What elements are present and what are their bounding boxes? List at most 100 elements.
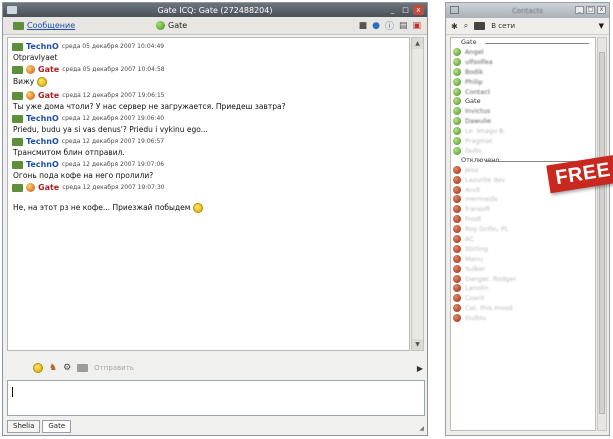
- sender-name: TechnO: [26, 42, 59, 51]
- online-status-icon: [453, 136, 461, 145]
- minimize-button[interactable]: _: [575, 6, 584, 14]
- contact-item[interactable]: mermaids: [451, 194, 595, 204]
- settings-icon[interactable]: ⚙: [63, 363, 71, 373]
- contact-item[interactable]: Stirling: [451, 244, 595, 254]
- contact-item[interactable]: Cat. this mood: [451, 303, 595, 313]
- contact-list-scrollbar[interactable]: [597, 37, 607, 431]
- contact-name: ulfsolfea: [465, 57, 493, 66]
- scroll-up-icon[interactable]: ▲: [412, 38, 423, 49]
- close-button[interactable]: x: [413, 5, 424, 15]
- chat-scrollbar[interactable]: ▲ ▼: [411, 37, 424, 351]
- message-item: Gate среда 12 декабря 2007 19:06:15 Ты у…: [12, 90, 405, 112]
- contact-item[interactable]: Gate: [451, 96, 595, 106]
- smile-icon: [192, 203, 203, 213]
- scroll-thumb[interactable]: [599, 52, 605, 414]
- chat-tabs: Shelia Gate: [7, 420, 72, 433]
- close-button[interactable]: x: [597, 6, 606, 14]
- contact-item[interactable]: Bodik: [451, 67, 595, 77]
- message-input[interactable]: [7, 380, 425, 416]
- contact-list[interactable]: Gate Angel ulfsolfea Bodik Philip Contact Gat…: [450, 37, 596, 431]
- tab-gate[interactable]: Gate: [42, 420, 72, 433]
- scroll-down-icon[interactable]: ▼: [412, 339, 423, 350]
- contact-item[interactable]: Invictus: [451, 106, 595, 116]
- contact-item[interactable]: AC: [451, 234, 595, 244]
- contact-name: Frodt: [465, 215, 482, 224]
- contact-name: Le. Imago B.: [465, 127, 506, 136]
- contact-item[interactable]: Coarit: [451, 293, 595, 303]
- contact-item[interactable]: Frodt: [451, 214, 595, 224]
- app-icon: [7, 6, 17, 14]
- resize-grip-icon[interactable]: ◢: [419, 425, 424, 432]
- menu-icon[interactable]: ✱: [451, 22, 458, 31]
- message-history[interactable]: TechnO среда 05 декабря 2007 10:04:49 Ot…: [7, 37, 410, 351]
- contact-list-titlebar[interactable]: Contacts _ □ x: [446, 3, 609, 18]
- tab-shelia[interactable]: Shelia: [7, 420, 41, 433]
- contact-name: Manu: [465, 254, 483, 263]
- online-status-icon: [453, 47, 461, 56]
- search-icon[interactable]: ⌕: [464, 21, 468, 31]
- message-text: Не, на этот рз не кофе... Приезжай побыд…: [12, 201, 405, 215]
- online-status-icon: [453, 57, 461, 66]
- contact-item[interactable]: Roy Grifin, PL: [451, 224, 595, 234]
- sender-status-icon: [26, 183, 35, 192]
- contact-name: Stirling: [465, 244, 489, 253]
- contact-item[interactable]: Pragmat: [451, 136, 595, 146]
- message-menu-button[interactable]: Сообщение: [9, 20, 144, 31]
- offline-status-icon: [453, 304, 461, 313]
- contact-item[interactable]: ulfsolfea: [451, 57, 595, 67]
- group-header[interactable]: Gate: [451, 38, 595, 47]
- message-timestamp: среда 05 декабря 2007 10:04:49: [61, 43, 165, 50]
- offline-status-icon: [453, 234, 461, 243]
- status-icon[interactable]: [474, 22, 486, 30]
- offline-status-icon: [453, 274, 461, 283]
- globe-icon[interactable]: ●: [372, 21, 380, 31]
- composer-toolbar: ♞ ⚙ Отправить ▶: [7, 359, 425, 377]
- contact-item[interactable]: fransoft: [451, 204, 595, 214]
- message-body: Вижу: [13, 77, 35, 86]
- info-icon[interactable]: ⓘ: [385, 19, 394, 32]
- message-icon: [12, 65, 23, 74]
- message-text: Трансмитом блин отправил.: [13, 148, 125, 157]
- chat-toolbar: Сообщение Gate ■ ● ⓘ ▤ ▣: [3, 17, 427, 35]
- message-header: Gate среда 12 декабря 2007 19:07:30: [12, 182, 405, 193]
- window-controls: _ □ x: [575, 6, 606, 14]
- contact-item[interactable]: Dollo: [451, 146, 595, 156]
- contact-name: Lanolin: [465, 284, 489, 293]
- contact-item[interactable]: Manu: [451, 254, 595, 264]
- contact-item[interactable]: Contact: [451, 87, 595, 97]
- message-text: Priedu, budu ya si vas denus'? Priedu i …: [13, 125, 208, 134]
- arrow-right-icon[interactable]: ▶: [417, 364, 423, 373]
- send-button[interactable]: Отправить: [94, 364, 134, 372]
- contact-item[interactable]: Danger, Rodger: [451, 274, 595, 284]
- history-icon[interactable]: ▤: [399, 21, 408, 31]
- offline-status-icon: [453, 254, 461, 263]
- contact-item[interactable]: Lanolin: [451, 283, 595, 293]
- contact-item[interactable]: Le. Imago B.: [451, 126, 595, 136]
- contact-item[interactable]: Guibiu: [451, 313, 595, 323]
- offline-status-icon: [453, 165, 461, 174]
- block-icon[interactable]: ▣: [412, 21, 421, 31]
- window-controls: _ □ x: [387, 5, 424, 15]
- contact-item[interactable]: Philip: [451, 77, 595, 87]
- contact-name: Roy Grifin, PL: [465, 225, 509, 234]
- chevron-down-icon[interactable]: ▼: [599, 22, 604, 30]
- maximize-button[interactable]: □: [586, 6, 595, 14]
- filter-icon[interactable]: ■: [359, 21, 368, 31]
- chat-titlebar[interactable]: Gate ICQ: Gate (272488204) _ □ x: [3, 3, 427, 17]
- contact-menu-button[interactable]: Gate: [152, 20, 351, 31]
- contact-item[interactable]: Dawulie: [451, 116, 595, 126]
- attach-icon[interactable]: ♞: [49, 363, 57, 373]
- contact-name: Contact: [465, 87, 491, 96]
- online-filter-label[interactable]: В сети: [491, 22, 515, 30]
- contact-item[interactable]: Sulker: [451, 264, 595, 274]
- contact-name: Gate: [465, 97, 481, 106]
- message-text: Otpravlyaet: [13, 53, 58, 62]
- contact-item[interactable]: Angel: [451, 47, 595, 57]
- emoticon-icon[interactable]: [33, 363, 43, 373]
- message-icon: [13, 21, 24, 30]
- offline-status-icon: [453, 215, 461, 224]
- contact-name: Philip: [465, 77, 483, 86]
- maximize-button[interactable]: □: [400, 5, 411, 15]
- minimize-button[interactable]: _: [387, 5, 398, 15]
